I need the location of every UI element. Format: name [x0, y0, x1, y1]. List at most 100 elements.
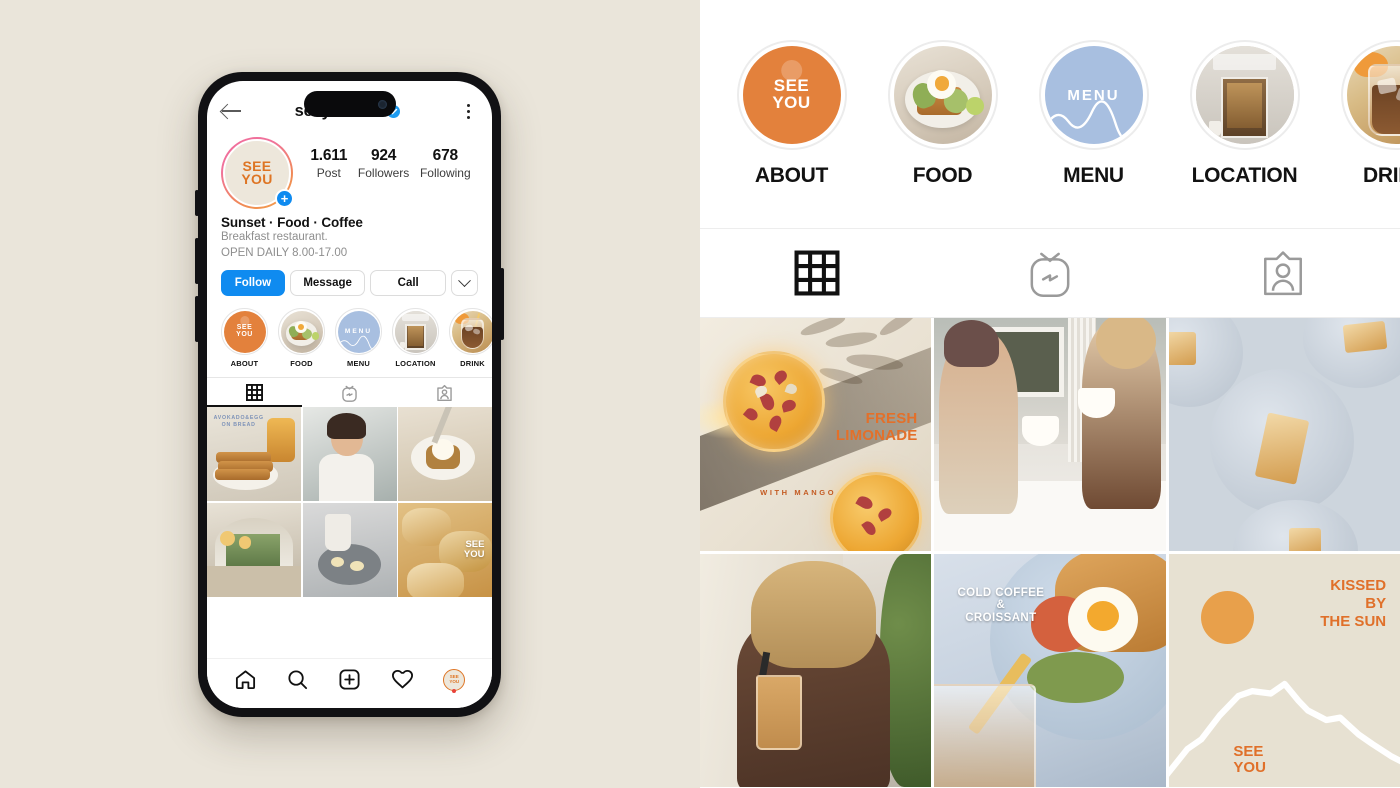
left-panel-phone-mockup: seeyou.bali SEE YOU — [0, 0, 700, 788]
highlight-location[interactable]: LOCATION — [392, 308, 439, 368]
chevron-down-icon — [458, 273, 471, 287]
grid-post[interactable]: AVOKADO&EGG ON BREAD — [207, 407, 301, 502]
highlight-label: ABOUT — [230, 359, 259, 369]
profile-header: SEE YOU + 1.611 Post 924 Followers 678 F… — [207, 129, 492, 209]
post-subcaption: WITH MANGO — [760, 488, 837, 498]
highlight-detail-menu[interactable]: MENU MENU — [1018, 40, 1169, 188]
highlight-menu[interactable]: MENU MENU — [335, 308, 382, 368]
profile-bio: Sunset · Food · Coffee Breakfast restaur… — [207, 209, 492, 261]
highlight-detail-drink[interactable]: DRINK — [1320, 40, 1400, 188]
highlight-drink[interactable]: DRINK — [449, 308, 492, 368]
phone-volume-up-button — [195, 238, 199, 284]
story-highlights-row: SEE YOU ABOUT FOOD MENU MENU LOCATION DR… — [207, 296, 492, 377]
highlight-detail-food[interactable]: FOOD — [867, 40, 1018, 188]
grid-post[interactable] — [302, 502, 397, 597]
highlight-detail-location[interactable]: LOCATION — [1169, 40, 1320, 188]
tab-grid[interactable] — [700, 229, 933, 317]
highlight-cover-about: SEE YOU — [742, 46, 841, 144]
igtv-icon — [1030, 252, 1070, 297]
right-panel-detail-view: SEE YOU ABOUT FOOD MENU MENU LOCATION DR… — [700, 0, 1400, 788]
grid-icon — [794, 250, 840, 296]
kebab-menu-icon[interactable] — [458, 103, 478, 119]
front-camera-icon — [377, 99, 387, 109]
grid-post-fresh-limonade[interactable]: FRESH LIMONADE WITH MANGO — [700, 318, 932, 551]
stat-posts[interactable]: 1.611 Post — [310, 147, 347, 180]
highlight-cover-drink — [1346, 46, 1400, 144]
highlight-label: FOOD — [912, 164, 973, 187]
business-category: Breakfast restaurant. — [221, 231, 328, 243]
profile-tabs — [207, 377, 492, 408]
grid-post-cold-coffee-croissant[interactable]: COLD COFFEE & CROISSANT — [934, 554, 1166, 787]
stat-followers[interactable]: 924 Followers — [358, 147, 409, 180]
highlight-about[interactable]: SEE YOU ABOUT — [221, 308, 268, 368]
post-caption: COLD COFFEE & CROISSANT — [957, 586, 1045, 625]
grid-post-girl-iced-coffee[interactable] — [700, 554, 932, 787]
opening-hours: OPEN DAILY 8.00-17.00 — [221, 246, 348, 259]
highlight-label: FOOD — [290, 359, 313, 369]
stat-value: 924 — [370, 147, 397, 164]
igtv-icon — [342, 385, 357, 402]
highlight-food[interactable]: FOOD — [278, 308, 325, 368]
post-caption: KISSED BY THE SUN — [1320, 577, 1387, 631]
tab-tagged[interactable] — [1167, 229, 1400, 317]
stat-label: Post — [316, 166, 341, 180]
profile-tabs-detail — [700, 228, 1400, 318]
post-grid-detail: FRESH LIMONADE WITH MANGO COLD COFFEE & … — [700, 318, 1400, 788]
highlight-cover-menu: MENU — [337, 310, 380, 353]
highlight-label: LOCATION — [395, 359, 436, 369]
phone-power-button — [500, 268, 504, 340]
grid-post[interactable]: SEE YOU — [398, 502, 492, 597]
screenshot-root: seeyou.bali SEE YOU — [0, 0, 1400, 788]
follow-button[interactable]: Follow — [221, 270, 285, 297]
highlights-detail-row: SEE YOU ABOUT FOOD MENU MENU LOCATION DR… — [700, 0, 1400, 228]
highlight-cover-drink — [451, 310, 492, 353]
call-button[interactable]: Call — [370, 270, 446, 297]
phone-screen: seeyou.bali SEE YOU — [207, 81, 492, 708]
highlight-label: LOCATION — [1191, 164, 1298, 187]
highlight-label: DRINK — [460, 359, 485, 369]
avatar-text-line2: YOU — [241, 171, 273, 187]
tab-grid[interactable] — [207, 378, 302, 408]
stat-label: Following — [419, 166, 471, 180]
message-button[interactable]: Message — [289, 270, 366, 297]
grid-post-kissed-by-the-sun[interactable]: KISSED BY THE SUN SEE YOU — [1168, 554, 1400, 787]
plus-icon[interactable]: + — [275, 189, 294, 208]
notification-dot — [452, 688, 457, 693]
profile-avatar-icon[interactable]: SEE YOU — [443, 668, 466, 693]
highlight-cover-location — [394, 310, 437, 353]
tab-igtv[interactable] — [302, 378, 397, 407]
tab-tagged[interactable] — [397, 378, 492, 407]
highlight-cover-menu: MENU — [1044, 46, 1143, 144]
profile-action-buttons: Follow Message Call — [207, 261, 492, 297]
highlight-cover-food — [893, 46, 992, 144]
grid-post[interactable] — [398, 407, 492, 502]
heart-icon[interactable] — [391, 668, 414, 691]
highlight-label: DRINK — [1363, 164, 1400, 187]
highlight-cover-about: SEE YOU — [223, 310, 266, 353]
phone-silent-switch — [195, 190, 199, 216]
grid-post-blue-plates-cake[interactable] — [1168, 318, 1400, 551]
display-name: Sunset · Food · Coffee — [221, 215, 363, 230]
highlight-label: ABOUT — [754, 164, 829, 187]
grid-post-two-girls-coffee[interactable] — [934, 318, 1166, 551]
back-arrow-icon[interactable] — [221, 100, 243, 122]
highlight-detail-about[interactable]: SEE YOU ABOUT — [716, 40, 867, 188]
highlight-cover-food — [280, 310, 323, 353]
highlight-label: MENU — [347, 359, 370, 369]
highlight-label: MENU — [1063, 164, 1124, 187]
add-post-icon[interactable] — [338, 668, 361, 691]
home-icon[interactable] — [234, 668, 257, 691]
post-brand-mark: SEE YOU — [1233, 742, 1266, 776]
phone-frame: seeyou.bali SEE YOU — [195, 72, 504, 717]
avatar[interactable]: SEE YOU + — [221, 137, 294, 209]
grid-post[interactable] — [302, 407, 397, 502]
phone-volume-down-button — [195, 296, 199, 342]
tagged-icon — [437, 384, 452, 401]
post-caption: FRESH LIMONADE — [835, 410, 918, 444]
search-icon[interactable] — [286, 668, 309, 691]
more-options-button[interactable] — [451, 270, 478, 297]
grid-post[interactable] — [207, 502, 301, 597]
tab-igtv[interactable] — [933, 229, 1166, 317]
stat-following[interactable]: 678 Following — [420, 147, 471, 180]
nav-avatar-line2: YOU — [449, 678, 460, 684]
